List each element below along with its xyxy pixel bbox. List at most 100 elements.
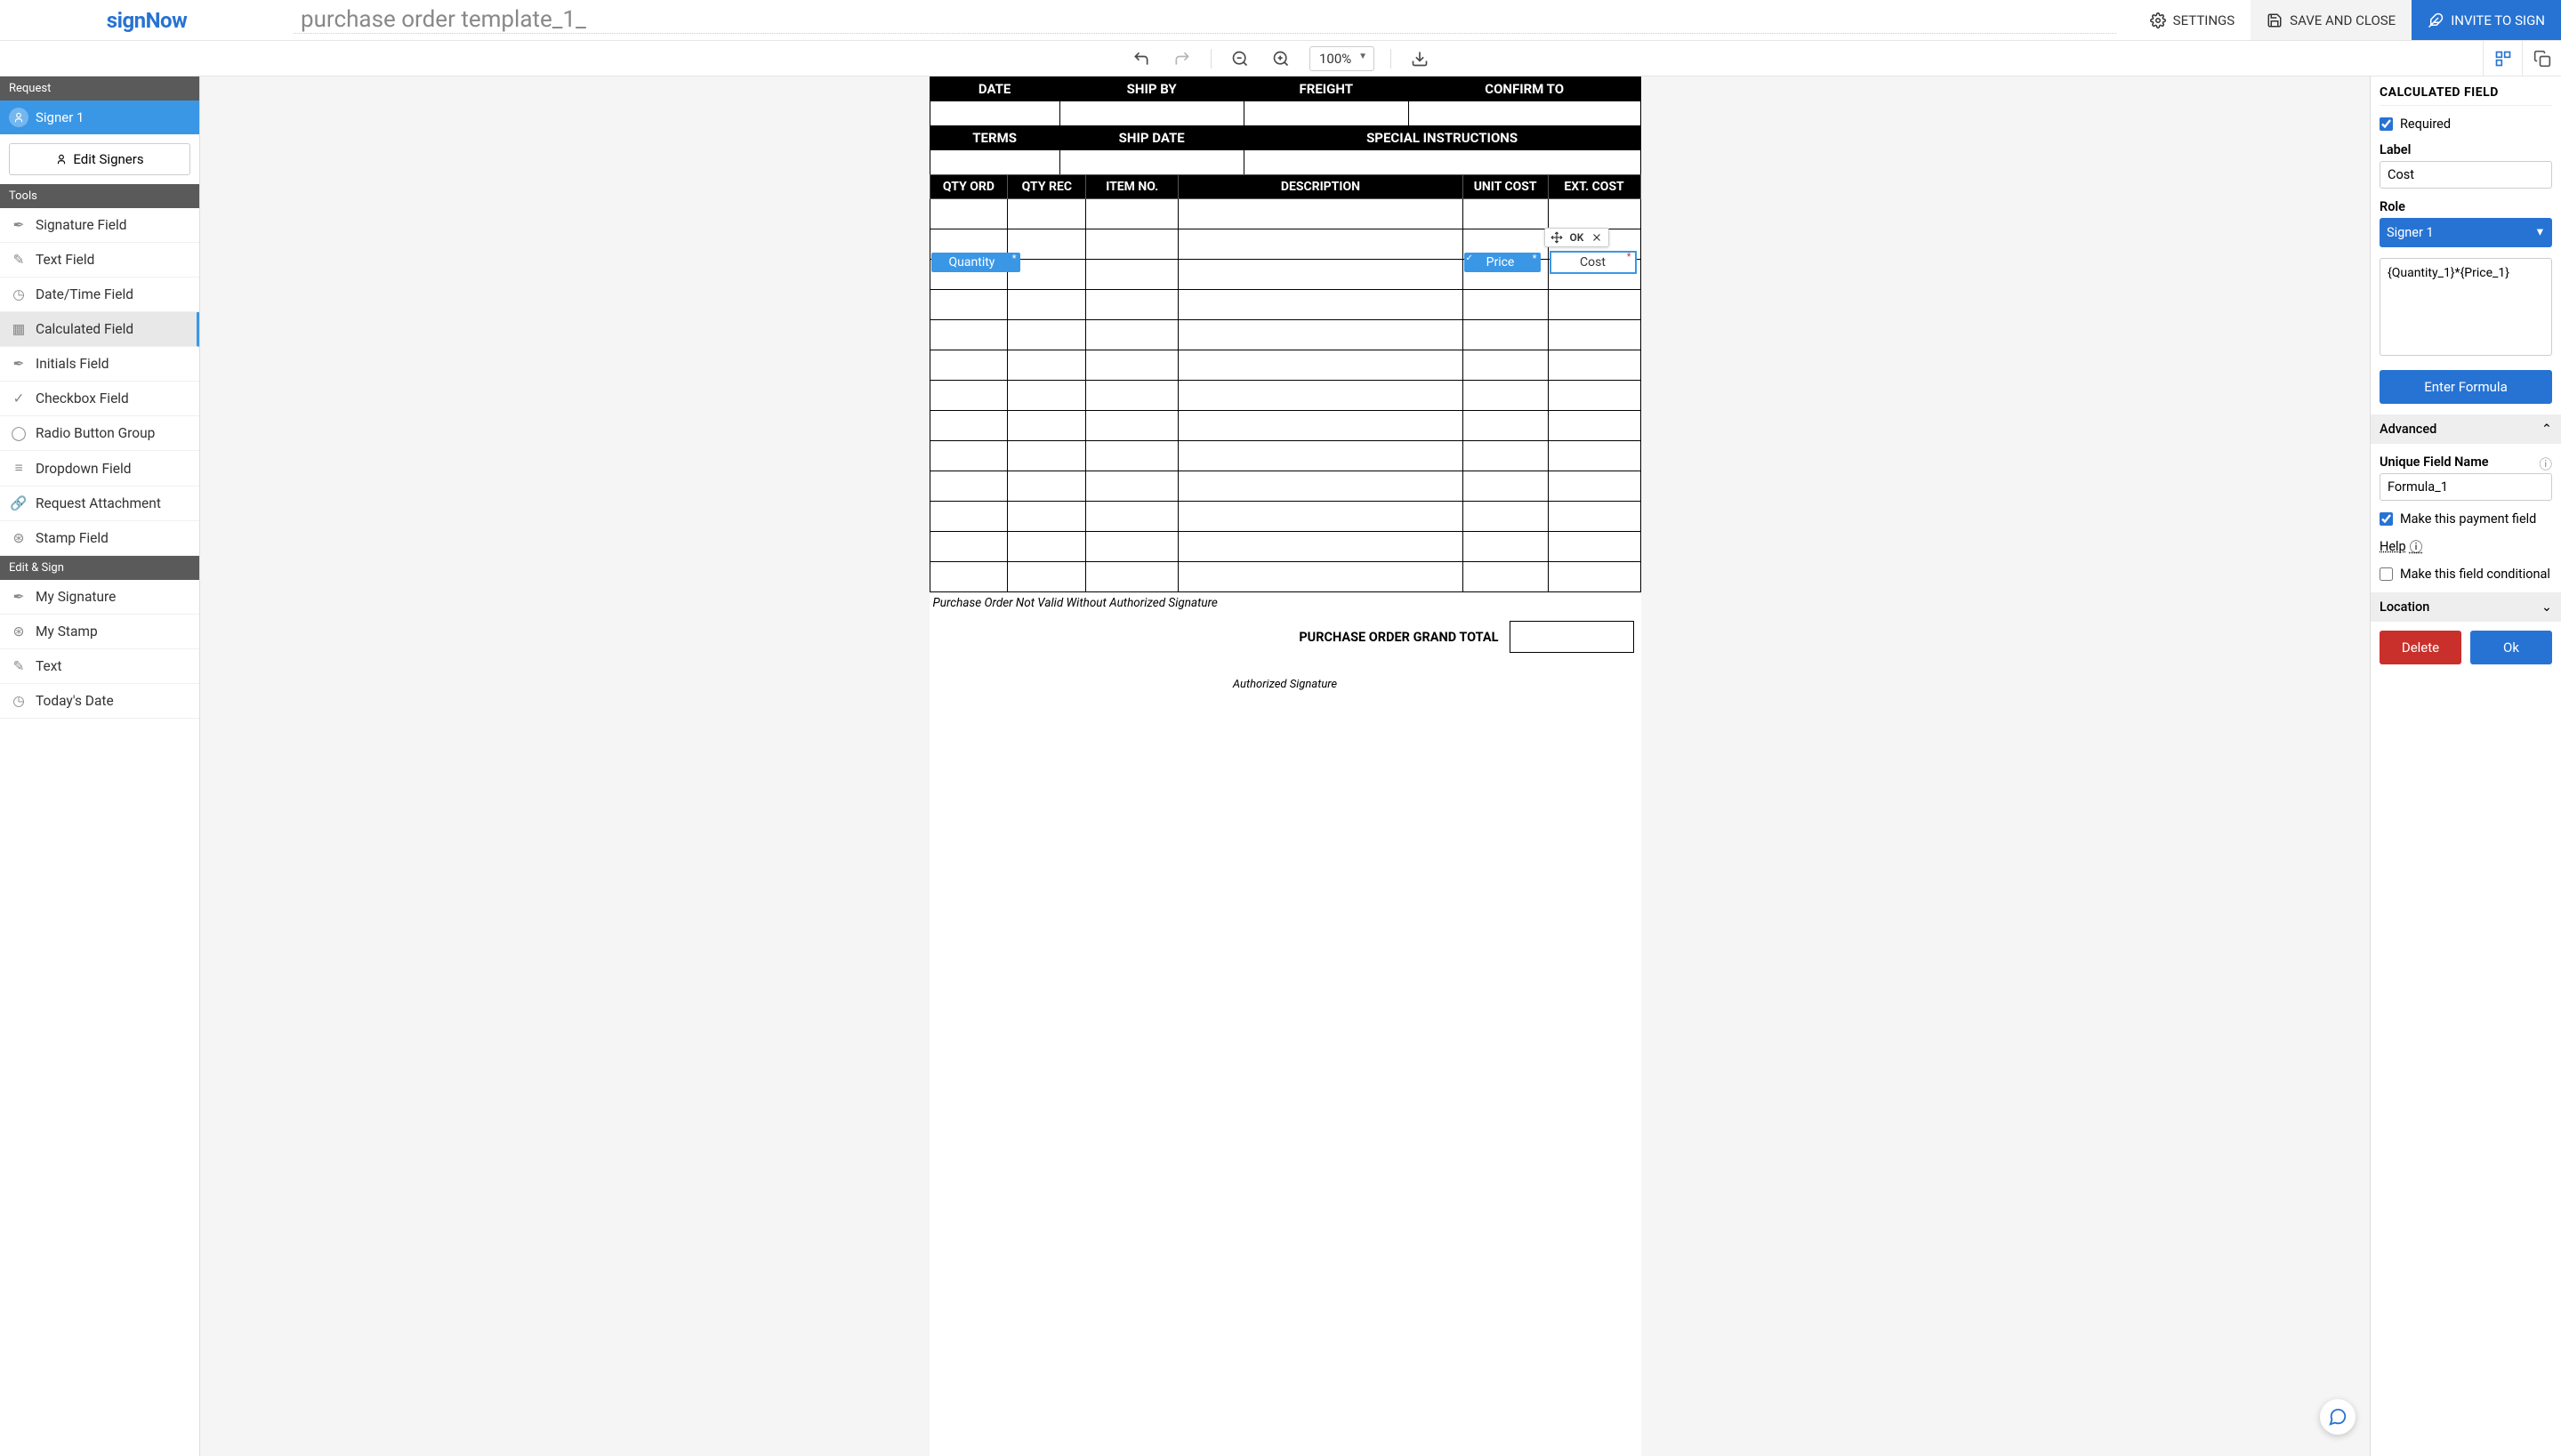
chevron-down-icon: ⌄ [2541, 599, 2552, 615]
col-terms: TERMS [930, 126, 1059, 150]
tool-todays-date[interactable]: ◷Today's Date [0, 684, 199, 719]
move-icon[interactable] [1550, 231, 1563, 244]
toolbar: 100% ▼ [0, 41, 2561, 76]
chat-icon [2328, 1407, 2348, 1427]
check-icon: ✓ [11, 390, 27, 406]
initials-icon: ✒ [11, 356, 27, 372]
tool-dropdown-field[interactable]: ≡Dropdown Field [0, 451, 199, 487]
document-canvas[interactable]: DATESHIP BYFREIGHTCONFIRM TO TERMSSHIP D… [200, 76, 2370, 1456]
redo-button[interactable] [1170, 46, 1195, 71]
zoom-in-button[interactable] [1268, 46, 1293, 71]
document-title-input[interactable]: purchase order template_1_ [294, 6, 2116, 34]
field-edit-toolbar: OK [1544, 228, 1610, 247]
chat-button[interactable] [2320, 1399, 2356, 1435]
zoom-select[interactable]: 100% [1309, 46, 1374, 71]
col-instructions: SPECIAL INSTRUCTIONS [1244, 126, 1640, 150]
app-header: signNow purchase order template_1_ SETTI… [0, 0, 2561, 41]
signer-row[interactable]: Signer 1 [0, 101, 199, 134]
clock-icon: ◷ [11, 286, 27, 302]
col-extcost: EXT. COST [1548, 175, 1640, 199]
copy-toggle-button[interactable] [2522, 41, 2561, 76]
feather-icon [2428, 12, 2444, 28]
attachment-icon: 🔗 [11, 495, 27, 511]
advanced-accordion[interactable]: Advanced ⌃ [2371, 414, 2561, 444]
calculator-icon: ▦ [11, 321, 27, 337]
tool-initials-field[interactable]: ✒Initials Field [0, 347, 199, 382]
conditional-checkbox[interactable] [2380, 567, 2393, 581]
thumbnail-toggle-button[interactable] [2483, 41, 2522, 76]
payment-checkbox[interactable] [2380, 512, 2393, 526]
radio-icon: ◯ [11, 425, 27, 441]
signer-label: Signer 1 [36, 109, 84, 125]
person-icon [9, 108, 28, 127]
conditional-label: Make this field conditional [2400, 567, 2550, 582]
text-icon: ✎ [11, 252, 27, 268]
zoom-out-button[interactable] [1228, 46, 1252, 71]
label-label: Label [2380, 142, 2552, 157]
delete-button[interactable]: Delete [2380, 631, 2461, 664]
unique-field-label: Unique Field Name [2380, 454, 2552, 470]
field-price[interactable]: Price [1464, 253, 1541, 272]
zoom-out-icon [1231, 50, 1249, 68]
field-ok-button[interactable]: OK [1570, 231, 1584, 244]
invite-to-sign-button[interactable]: INVITE TO SIGN [2412, 0, 2561, 40]
tool-my-stamp[interactable]: ⊛My Stamp [0, 615, 199, 649]
thumbnail-icon [2494, 50, 2512, 68]
col-freight: FREIGHT [1244, 77, 1408, 101]
signature-icon: ✒ [11, 217, 27, 233]
tool-signature-field[interactable]: ✒Signature Field [0, 208, 199, 243]
gear-icon [2150, 12, 2166, 28]
stamp-icon: ⊛ [11, 623, 27, 640]
tool-datetime-field[interactable]: ◷Date/Time Field [0, 278, 199, 312]
tool-stamp-field[interactable]: ⊛Stamp Field [0, 521, 199, 556]
undo-button[interactable] [1129, 46, 1154, 71]
col-qtyrec: QTY REC [1008, 175, 1086, 199]
tool-calculated-field[interactable]: ▦Calculated Field [0, 312, 199, 347]
logo: signNow [0, 8, 294, 33]
save-and-close-button[interactable]: SAVE AND CLOSE [2251, 0, 2412, 40]
enter-formula-button[interactable]: Enter Formula [2380, 370, 2552, 404]
dropdown-icon: ≡ [11, 460, 27, 477]
edit-sign-section-header: Edit & Sign [0, 556, 199, 580]
person-icon [55, 153, 68, 165]
tool-text-field[interactable]: ✎Text Field [0, 243, 199, 278]
ok-button[interactable]: Ok [2470, 631, 2552, 664]
undo-icon [1132, 50, 1150, 68]
formula-textarea[interactable] [2380, 258, 2552, 356]
required-label: Required [2400, 117, 2451, 132]
redo-icon [1173, 50, 1191, 68]
tool-my-signature[interactable]: ✒My Signature [0, 580, 199, 615]
help-icon: ⓘ [2410, 537, 2423, 556]
col-shipdate: SHIP DATE [1059, 126, 1244, 150]
stamp-icon: ⊛ [11, 530, 27, 546]
text-icon: ✎ [11, 658, 27, 674]
download-icon [1411, 50, 1429, 68]
settings-button[interactable]: SETTINGS [2134, 0, 2251, 40]
col-shipby: SHIP BY [1059, 77, 1244, 101]
tool-checkbox-field[interactable]: ✓Checkbox Field [0, 382, 199, 416]
col-confirmto: CONFIRM TO [1408, 77, 1640, 101]
panel-title: CALCULATED FIELD [2380, 85, 2552, 106]
role-select[interactable]: Signer 1 [2380, 218, 2552, 247]
location-accordion[interactable]: Location ⌄ [2371, 592, 2561, 622]
payment-label: Make this payment field [2400, 511, 2536, 527]
col-description: DESCRIPTION [1179, 175, 1463, 199]
label-input[interactable] [2380, 161, 2552, 189]
grand-total-label: PURCHASE ORDER GRAND TOTAL [1299, 630, 1498, 645]
field-cost[interactable]: Cost OK [1550, 251, 1637, 274]
help-link[interactable]: Help ⓘ [2380, 537, 2422, 556]
col-qtyord: QTY ORD [930, 175, 1008, 199]
help-icon[interactable]: ⓘ [2540, 454, 2553, 473]
document-page: DATESHIP BYFREIGHTCONFIRM TO TERMSSHIP D… [930, 76, 1641, 1456]
col-unitcost: UNIT COST [1462, 175, 1548, 199]
required-checkbox[interactable] [2380, 117, 2393, 131]
tool-request-attachment[interactable]: 🔗Request Attachment [0, 487, 199, 521]
field-quantity[interactable]: Quantity [931, 253, 1020, 272]
edit-signers-button[interactable]: Edit Signers [9, 143, 190, 175]
unique-field-input[interactable] [2380, 473, 2552, 501]
download-button[interactable] [1407, 46, 1432, 71]
tool-text[interactable]: ✎Text [0, 649, 199, 684]
close-icon[interactable] [1591, 231, 1603, 244]
po-note: Purchase Order Not Valid Without Authori… [930, 592, 1641, 614]
tool-radio-group[interactable]: ◯Radio Button Group [0, 416, 199, 451]
